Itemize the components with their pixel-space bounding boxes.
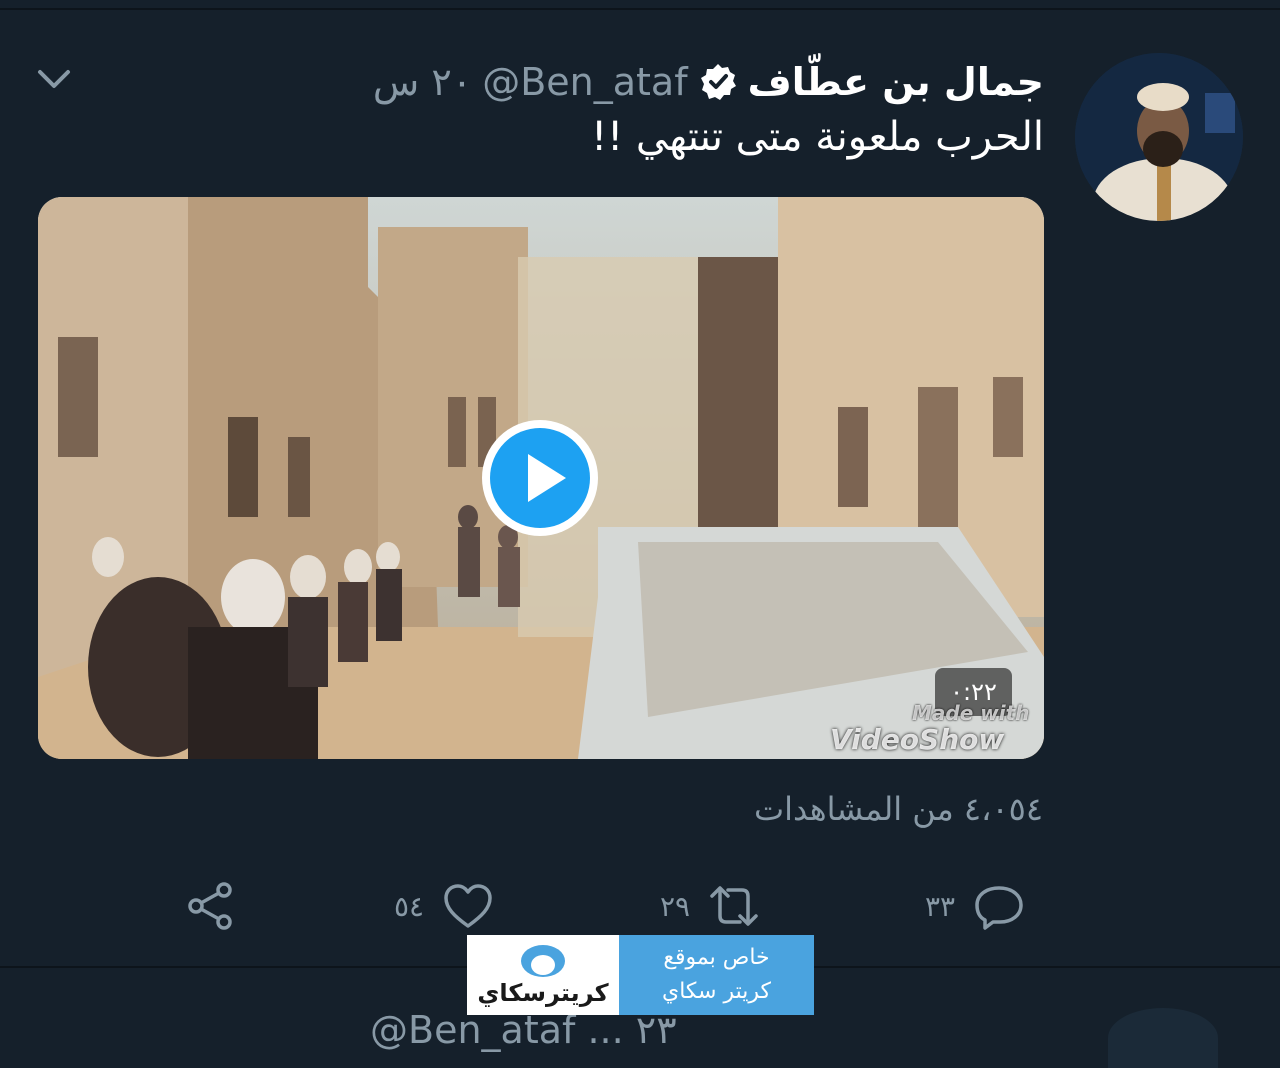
like-count: ٥٤ [394,889,425,923]
watermark-line1: Made with [912,701,1030,725]
chevron-down-icon[interactable] [34,62,74,96]
retweet-icon [710,886,758,926]
avatar[interactable] [1075,53,1243,221]
display-name[interactable]: جمال بن عطّاف [748,60,1044,104]
share-icon [188,882,232,930]
banner-line2: كريتر سكاي [661,979,771,1004]
banner-line1: خاص بموقع [663,945,770,970]
like-icon [444,884,492,928]
logo-mark-icon [521,945,565,977]
play-icon[interactable] [478,416,602,540]
site-logo: كريترسكاي [467,935,619,1015]
reply-button[interactable]: ٣٣ [925,878,1025,934]
timestamp[interactable]: ٢٠ س [373,60,472,104]
next-tweet-avatar[interactable] [1108,1008,1218,1068]
watermark-banner: كريترسكاي خاص بموقع كريتر سكاي [467,935,814,1015]
retweet-button[interactable]: ٢٩ [660,878,760,934]
site-logo-text: كريترسكاي [477,979,609,1007]
reply-count: ٣٣ [925,889,956,923]
verified-badge-icon [700,64,736,100]
video-player[interactable]: ٠:٢٢ Made with VideoShow [38,197,1044,759]
handle[interactable]: @Ben_ataf [482,60,687,104]
views-count[interactable]: ٤،٠٥٤ من المشاهدات [754,790,1043,828]
retweet-count: ٢٩ [660,889,691,923]
tweet-text: الحرب ملعونة متى تنتهي !! [591,114,1044,160]
tweet-header: جمال بن عطّاف @Ben_ataf ٢٠ س [373,52,1044,112]
watermark-line2: VideoShow [830,723,1005,756]
reply-icon [975,886,1023,930]
top-divider [0,8,1280,10]
like-button[interactable]: ٥٤ [394,878,494,934]
banner-label: خاص بموقع كريتر سكاي [619,935,814,1015]
share-button[interactable] [184,878,236,934]
